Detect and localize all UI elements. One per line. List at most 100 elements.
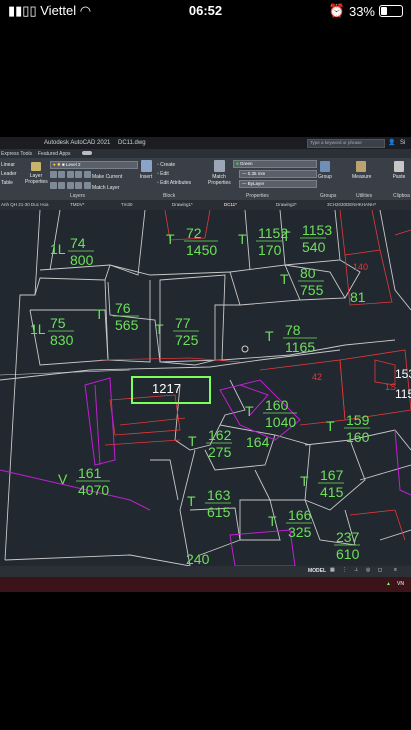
match-layer-button[interactable]: Match Layer xyxy=(92,185,120,191)
parcel-area: 4070 xyxy=(78,482,109,498)
linetype-dropdown[interactable]: — ByLayer xyxy=(239,180,317,188)
match-properties-button[interactable]: Match Properties xyxy=(208,160,231,186)
cad-drawing[interactable]: 1217 1L 74800T 721450T 1152170T 11535401L 758… xyxy=(0,210,411,566)
parcel-area: 275 xyxy=(208,444,232,460)
doc-tab-active[interactable]: DC11* xyxy=(224,202,237,207)
parcel-number: 80 xyxy=(300,265,316,281)
parcel-boundaries xyxy=(0,210,411,566)
parcel-area: 755 xyxy=(300,282,324,298)
document-tabs: Anh QH 21-30 Duc Hoa TMDV* Tm30 Drawing1… xyxy=(0,200,411,210)
parcel-label: T 1152170 xyxy=(238,225,288,258)
linetype-dropdown-value: ByLayer xyxy=(247,181,265,186)
battery-percent: 33% xyxy=(348,3,375,19)
doc-tab[interactable]: Drawing1* xyxy=(172,202,193,207)
parcel-label: 164 xyxy=(246,434,270,450)
parcel-land-type: T xyxy=(238,231,247,247)
parcel-land-type: T xyxy=(95,306,104,322)
parcel-area: 1040 xyxy=(265,414,296,430)
doc-tab[interactable]: Drawing2* xyxy=(276,202,297,207)
layer-tool-icon[interactable] xyxy=(58,182,66,189)
doc-tab[interactable]: TMDV* xyxy=(70,202,85,207)
layer-tool-icon[interactable] xyxy=(50,182,57,189)
layer-tool-icon[interactable] xyxy=(50,171,57,178)
layer-properties-icon xyxy=(31,162,41,171)
create-block-button[interactable]: Create xyxy=(160,162,175,168)
tab-featured-apps[interactable]: Featured Apps xyxy=(38,151,71,157)
layer-tool-icon[interactable] xyxy=(66,182,74,189)
ortho-icon[interactable]: ⊥ xyxy=(354,567,358,573)
parcel-land-type: T xyxy=(280,271,289,287)
parcel-number: 81 xyxy=(350,289,366,305)
user-name[interactable]: Si xyxy=(400,140,405,146)
osnap-icon[interactable]: ◻ xyxy=(378,567,382,573)
paste-label: Paste xyxy=(392,174,406,180)
panel-label-properties: Properties xyxy=(246,193,269,199)
app-title: Autodesk AutoCAD 2021 xyxy=(44,140,111,146)
doc-tab[interactable]: 3CH2030DENHKHANH* xyxy=(327,202,376,207)
color-dropdown[interactable]: ■ Green xyxy=(233,160,317,168)
measure-label: Measure xyxy=(352,174,372,180)
linear-button[interactable]: Linear xyxy=(1,161,17,170)
drawing-canvas[interactable]: 1217 1L 74 800 T 72 1450 T 1152 170 T 1153 540 1L 75 8… xyxy=(0,210,411,566)
alarm-icon: ⏰ xyxy=(328,3,345,18)
model-space-button[interactable]: MODEL xyxy=(308,568,326,574)
layer-properties-button[interactable]: Layer Properties xyxy=(25,162,48,185)
parcel-number: 74 xyxy=(70,235,86,251)
red-boundaries xyxy=(99,210,411,541)
user-icon[interactable]: 👤 xyxy=(388,139,395,146)
insert-button[interactable]: Insert xyxy=(139,160,153,180)
leader-button[interactable]: Leader xyxy=(1,170,17,179)
parcel-area: 800 xyxy=(70,252,94,268)
layer-dropdown-value: Level 2 xyxy=(66,162,81,167)
create-icon: ▫ xyxy=(157,162,159,168)
tab-express-tools[interactable]: Express Tools xyxy=(1,151,32,157)
group-label: Group xyxy=(318,174,332,180)
language-indicator[interactable]: VN xyxy=(397,581,404,587)
parcel-number: 162 xyxy=(208,427,232,443)
layer-tool-icon[interactable] xyxy=(75,171,83,178)
polar-icon[interactable]: ◎ xyxy=(366,567,370,573)
parcel-label: T 167415 xyxy=(300,467,344,500)
edit-block-button[interactable]: Edit xyxy=(160,171,169,177)
table-button[interactable]: Table xyxy=(1,179,17,188)
ribbon-toggle[interactable] xyxy=(82,151,92,155)
parcel-land-type: T xyxy=(282,228,291,244)
paste-button[interactable]: Paste xyxy=(392,161,406,180)
grid-icon[interactable]: ▦ xyxy=(330,567,335,573)
parcel-area: 725 xyxy=(175,332,199,348)
parcel-number: 164 xyxy=(246,434,270,450)
parcel-label: T 159160 xyxy=(326,412,370,445)
parcel-land-type: V xyxy=(58,471,68,487)
make-current-button[interactable]: Make Current xyxy=(92,174,122,180)
doc-tab[interactable]: Anh QH 21-30 Duc Hoa xyxy=(1,202,49,207)
search-input[interactable]: Type a keyword or phrase xyxy=(308,140,362,145)
status-right: ⏰ 33% xyxy=(329,3,403,19)
parcel-number: 161 xyxy=(78,465,102,481)
file-name: DC11.dwg xyxy=(118,140,146,146)
panel-label-groups: Groups xyxy=(320,193,337,199)
search-box[interactable]: Type a keyword or phrase xyxy=(307,139,385,148)
layer-tool-icon[interactable] xyxy=(66,171,74,178)
red-labels: 140421S115153 xyxy=(312,262,411,401)
red-parcel-label: 115 xyxy=(395,387,411,401)
snap-icon[interactable]: ⋮ xyxy=(342,567,347,573)
layer-dropdown[interactable]: ● ✹ ■ Level 2 xyxy=(50,161,138,169)
edit-attributes-button[interactable]: Edit Attributes xyxy=(160,180,191,186)
layer-tool-icon[interactable] xyxy=(58,171,66,178)
customize-icon[interactable]: ≡ xyxy=(394,567,397,573)
paste-icon xyxy=(394,161,404,172)
parcel-land-type: T xyxy=(265,328,274,344)
measure-button[interactable]: Measure xyxy=(352,161,372,180)
lightbulb-icon: ● xyxy=(53,162,56,167)
lineweight-dropdown-value: 0.35 mm xyxy=(247,171,266,176)
layer-tool-icon[interactable] xyxy=(75,182,83,189)
parcel-label: T 77725 xyxy=(155,315,199,348)
lineweight-dropdown[interactable]: — 0.35 mm xyxy=(239,170,317,178)
parcel-land-type: T xyxy=(187,493,196,509)
parcel-number: 159 xyxy=(346,412,370,428)
parcel-number: 78 xyxy=(285,322,301,338)
group-button[interactable]: Group xyxy=(318,161,332,180)
panel-label-clipboard: Clipboa xyxy=(393,193,410,199)
doc-tab[interactable]: Tm30 xyxy=(121,202,133,207)
green-swatch: ■ xyxy=(236,161,239,166)
